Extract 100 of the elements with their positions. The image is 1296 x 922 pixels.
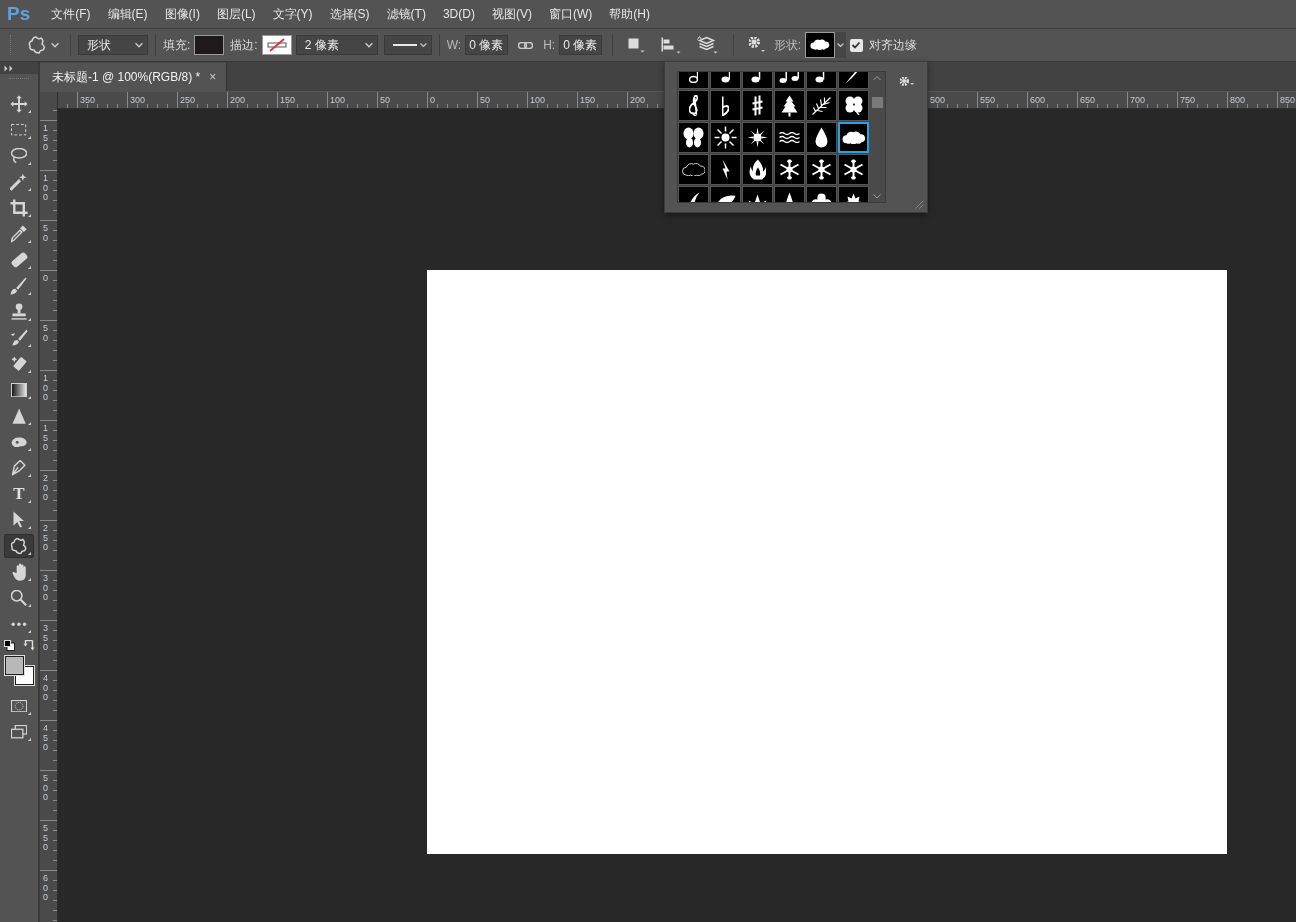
lightning-icon	[721, 159, 730, 180]
menu-item[interactable]: 图层(L)	[216, 5, 256, 23]
shape-swatch[interactable]	[678, 122, 709, 153]
tool-button[interactable]: T	[4, 482, 34, 506]
ruler-label: 600	[1029, 94, 1046, 106]
pen-nib-icon	[12, 460, 26, 476]
link-icon[interactable]	[518, 41, 534, 49]
screen-mode-icon	[10, 725, 28, 739]
tool-button[interactable]	[4, 534, 34, 558]
stroke-width-dropdown[interactable]: 2 像素	[295, 35, 378, 55]
ruler-label: 600	[43, 874, 49, 903]
shape-swatch[interactable]	[678, 154, 709, 185]
default-colors-icon[interactable]	[3, 640, 15, 651]
ruler-label: 800	[1229, 94, 1246, 106]
ruler-label: 100	[529, 94, 546, 106]
align-icon[interactable]	[661, 36, 682, 54]
height-field[interactable]: 0 像素	[559, 35, 603, 55]
menu-item[interactable]: 3D(D)	[442, 7, 475, 21]
line-style-dropdown[interactable]	[383, 35, 432, 55]
menu-item[interactable]: 编辑(E)	[107, 5, 148, 23]
shape-swatch[interactable]	[742, 90, 773, 121]
ruler-label: 200	[629, 94, 646, 106]
ruler-label: 350	[43, 624, 49, 653]
swap-colors-icon[interactable]	[22, 640, 35, 651]
brush-icon	[10, 276, 28, 295]
menu-item[interactable]: 滤镜(T)	[386, 5, 426, 23]
snowflake-icon	[844, 159, 863, 180]
shape-picker-toggle[interactable]	[835, 32, 846, 58]
menu-item[interactable]: 图像(I)	[164, 5, 200, 23]
shape-preview[interactable]	[805, 32, 835, 58]
tool-preset-picker[interactable]	[26, 35, 59, 55]
shape-swatch[interactable]	[838, 90, 869, 121]
ruler-label: 150	[43, 424, 49, 453]
fill-color-swatch[interactable]	[194, 35, 225, 55]
hand-icon	[11, 562, 27, 582]
shape-swatch[interactable]	[806, 122, 837, 153]
magic-wand-icon	[10, 173, 28, 191]
shape-swatch[interactable]	[710, 90, 741, 121]
move-arrows-icon	[9, 94, 28, 113]
settings-icon[interactable]	[900, 77, 915, 86]
waves-icon	[779, 132, 800, 143]
width-field[interactable]: 0 像素	[465, 35, 509, 55]
shape-swatch[interactable]	[678, 90, 709, 121]
menu-item[interactable]: 选择(S)	[329, 5, 370, 23]
ruler-label: 650	[1079, 94, 1096, 106]
path-operations-icon[interactable]	[628, 37, 646, 53]
width-label: W:	[446, 38, 462, 52]
ruler-label: 100	[43, 374, 49, 403]
shape-swatch[interactable]	[774, 122, 805, 153]
menu-item[interactable]: 帮助(H)	[609, 5, 650, 23]
mode-dropdown[interactable]: 形状	[78, 35, 148, 55]
caret-icon	[419, 42, 427, 48]
shape-swatch[interactable]	[710, 122, 741, 153]
layers-stack-icon[interactable]	[697, 36, 719, 54]
ruler-label: 300	[43, 574, 49, 603]
shape-swatch[interactable]	[806, 90, 837, 121]
caret-icon	[51, 42, 59, 48]
blob-icon	[10, 436, 28, 448]
ruler-label: 500	[929, 94, 946, 106]
close-tab-button[interactable]: ×	[209, 70, 217, 84]
lasso-icon	[10, 148, 28, 164]
color-swatches-icon[interactable]	[3, 655, 35, 686]
menu-item[interactable]: 视图(V)	[491, 5, 532, 23]
document-tab[interactable]: 未标题-1 @ 100%(RGB/8) * ×	[40, 63, 228, 91]
menu-item[interactable]: 窗口(W)	[548, 5, 593, 23]
stroke-label: 描边:	[230, 36, 258, 54]
splat-shape-icon	[11, 537, 27, 555]
align-edges-label: 对齐边缘	[869, 36, 917, 54]
ruler-label: 700	[1129, 94, 1146, 106]
settings-icon[interactable]	[749, 37, 766, 53]
shape-swatch[interactable]	[806, 154, 837, 185]
height-label: H:	[543, 38, 556, 52]
ruler-label: 550	[979, 94, 996, 106]
shape-swatch[interactable]	[774, 90, 805, 121]
shape-swatch[interactable]	[710, 154, 741, 185]
menu-item[interactable]: 文件(F)	[51, 5, 91, 23]
shape-swatch[interactable]	[742, 122, 773, 153]
sunburst-icon	[714, 126, 737, 149]
drop-icon	[815, 127, 828, 148]
ruler-label: 250	[43, 524, 49, 553]
scroll-down-icon[interactable]	[873, 193, 881, 198]
ruler-label: 500	[43, 774, 49, 803]
caret-icon	[837, 43, 844, 47]
expand-icon[interactable]	[4, 64, 13, 72]
scrollbar-thumb[interactable]	[871, 96, 883, 108]
snowflake-icon	[780, 159, 799, 180]
shape-swatch[interactable]	[838, 122, 869, 153]
shape-swatch[interactable]	[774, 154, 805, 185]
shape-swatch[interactable]	[742, 154, 773, 185]
align-edges-checkbox[interactable]	[850, 38, 863, 52]
ruler-label: 150	[43, 124, 49, 153]
resize-grip-icon[interactable]	[915, 200, 924, 209]
arrow-cursor-icon	[13, 511, 25, 529]
shape-swatch[interactable]	[838, 154, 869, 185]
ruler-label: 350	[79, 94, 96, 106]
no-stroke-swatch[interactable]	[261, 35, 292, 55]
ruler-label: 50	[43, 324, 49, 343]
fern-icon	[812, 96, 831, 115]
fire-icon	[748, 159, 767, 180]
menu-item[interactable]: 文字(Y)	[272, 5, 313, 23]
